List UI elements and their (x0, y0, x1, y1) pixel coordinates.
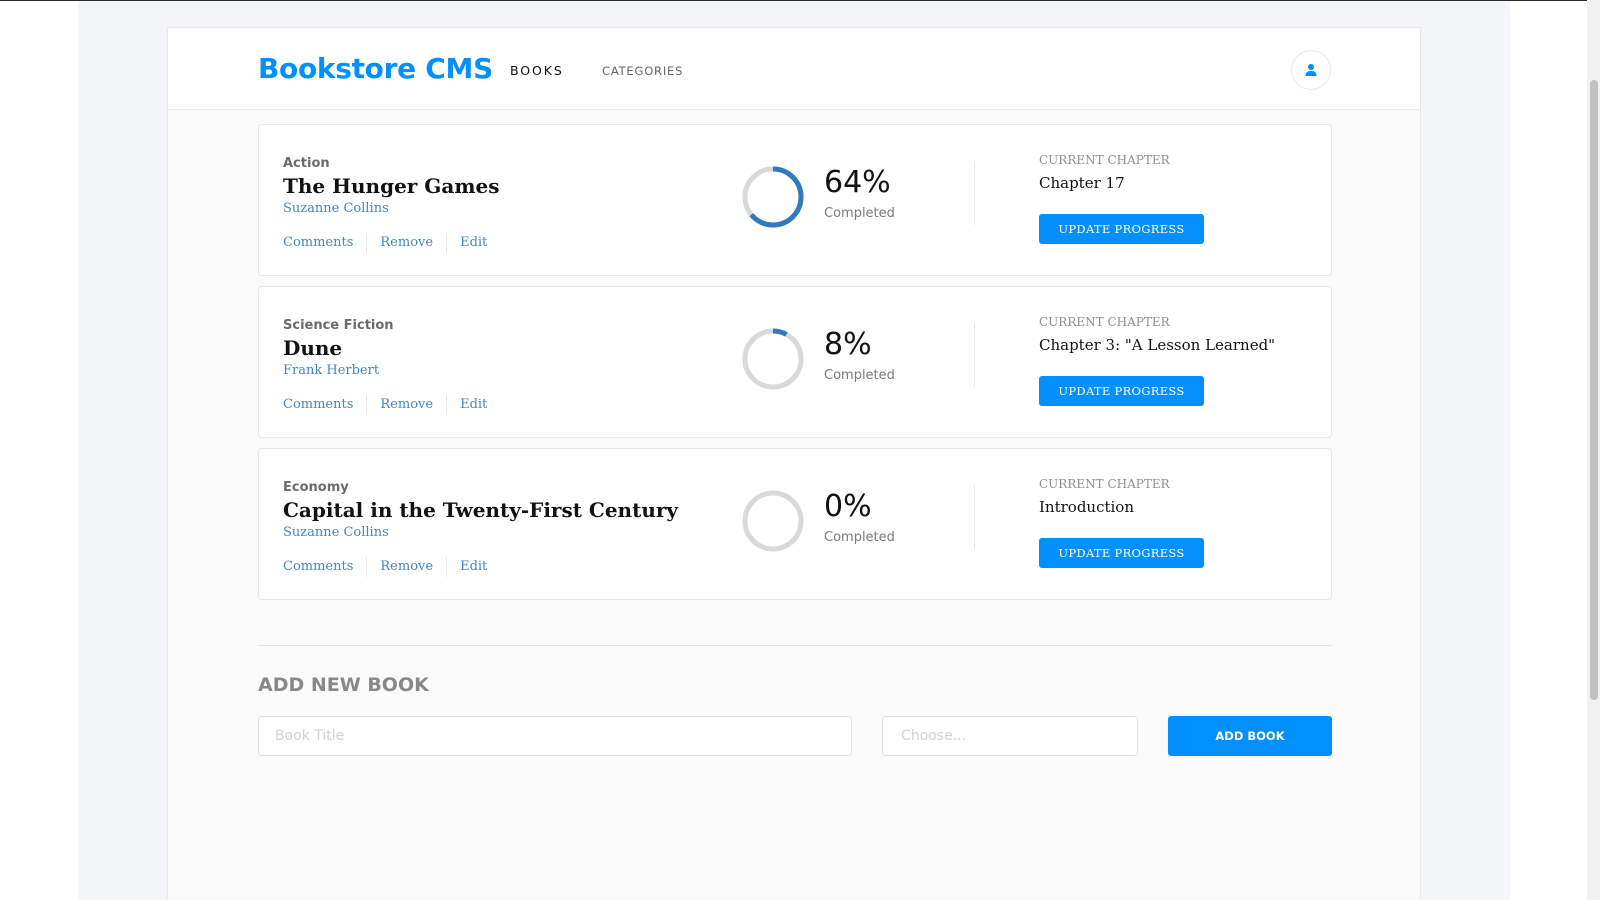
card-divider (974, 323, 975, 387)
remove-button[interactable]: Remove (366, 395, 446, 415)
current-chapter-value: Chapter 3: "A Lesson Learned" (1039, 336, 1276, 354)
progress-percent: 64% (824, 165, 891, 200)
book-genre: Economy (283, 480, 349, 495)
book-title-input[interactable] (258, 716, 852, 756)
current-chapter-value: Introduction (1039, 498, 1134, 516)
completed-label: Completed (824, 206, 895, 221)
progress-ring (742, 166, 804, 228)
progress-ring (742, 328, 804, 390)
card-divider (974, 161, 975, 225)
book-title: Capital in the Twenty-First Century (283, 498, 679, 522)
current-chapter-label: CURRENT CHAPTER (1039, 477, 1170, 491)
book-author[interactable]: Suzanne Collins (283, 201, 389, 216)
current-chapter-value: Chapter 17 (1039, 174, 1125, 192)
user-icon (1305, 64, 1317, 76)
completed-label: Completed (824, 368, 895, 383)
comments-button[interactable]: Comments (283, 233, 366, 253)
scrollbar-thumb[interactable] (1590, 80, 1598, 700)
book-actions: Comments Remove Edit (283, 557, 500, 577)
section-divider (258, 645, 1332, 646)
nav-books-link[interactable]: BOOKS (510, 63, 564, 78)
main-panel: Bookstore CMS BOOKS CATEGORIES Action Th… (167, 27, 1421, 900)
update-progress-button[interactable]: UPDATE PROGRESS (1039, 214, 1204, 244)
book-title: The Hunger Games (283, 174, 500, 198)
header: Bookstore CMS BOOKS CATEGORIES (168, 28, 1420, 110)
add-book-button[interactable]: ADD BOOK (1168, 716, 1332, 756)
book-genre: Science Fiction (283, 318, 394, 333)
nav-categories-link[interactable]: CATEGORIES (602, 64, 683, 78)
add-book-heading: ADD NEW BOOK (258, 674, 429, 696)
book-genre: Action (283, 156, 330, 171)
completed-label: Completed (824, 530, 895, 545)
book-card: Action The Hunger Games Suzanne Collins … (258, 124, 1332, 276)
book-card: Science Fiction Dune Frank Herbert Comme… (258, 286, 1332, 438)
current-chapter-label: CURRENT CHAPTER (1039, 153, 1170, 167)
app-logo[interactable]: Bookstore CMS (258, 52, 493, 85)
comments-button[interactable]: Comments (283, 557, 366, 577)
comments-button[interactable]: Comments (283, 395, 366, 415)
remove-button[interactable]: Remove (366, 233, 446, 253)
book-card: Economy Capital in the Twenty-First Cent… (258, 448, 1332, 600)
progress-percent: 8% (824, 327, 872, 362)
book-actions: Comments Remove Edit (283, 233, 500, 253)
book-author[interactable]: Suzanne Collins (283, 525, 389, 540)
book-author[interactable]: Frank Herbert (283, 363, 379, 378)
user-avatar-button[interactable] (1291, 50, 1331, 90)
book-title: Dune (283, 336, 343, 360)
book-actions: Comments Remove Edit (283, 395, 500, 415)
edit-button[interactable]: Edit (446, 395, 500, 415)
remove-button[interactable]: Remove (366, 557, 446, 577)
edit-button[interactable]: Edit (446, 233, 500, 253)
progress-ring (742, 490, 804, 552)
current-chapter-label: CURRENT CHAPTER (1039, 315, 1170, 329)
edit-button[interactable]: Edit (446, 557, 500, 577)
category-select[interactable] (882, 716, 1138, 756)
card-divider (974, 485, 975, 549)
progress-percent: 0% (824, 489, 872, 524)
update-progress-button[interactable]: UPDATE PROGRESS (1039, 376, 1204, 406)
update-progress-button[interactable]: UPDATE PROGRESS (1039, 538, 1204, 568)
